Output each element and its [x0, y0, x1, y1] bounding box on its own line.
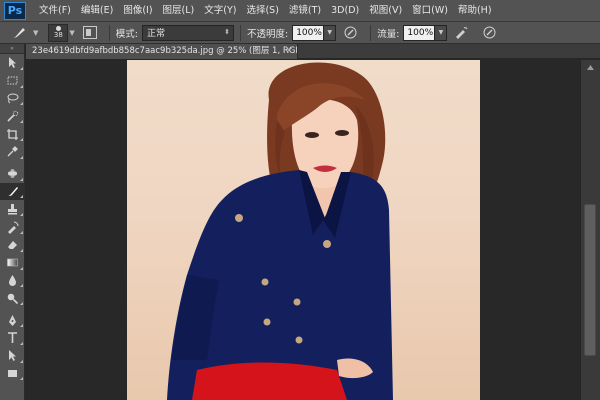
flow-label: 流量: [377, 28, 400, 40]
close-icon[interactable]: × [285, 44, 293, 59]
photoshop-logo: Ps [4, 1, 26, 20]
menu-help[interactable]: 帮助(H) [453, 0, 497, 22]
healing-tool-icon[interactable] [0, 165, 25, 183]
menu-3d[interactable]: 3D(D) [326, 0, 364, 22]
marquee-tool-icon[interactable] [0, 72, 25, 90]
menu-file[interactable]: 文件(F) [34, 0, 76, 22]
scroll-up-arrow-icon[interactable] [581, 60, 600, 74]
scroll-thumb[interactable] [584, 204, 596, 356]
menu-view[interactable]: 视图(V) [364, 0, 407, 22]
dodge-tool-icon[interactable] [0, 289, 25, 307]
blur-tool-icon[interactable] [0, 272, 25, 290]
document-tab-bar: 23e4619dbfd9afbdb858c7aac9b325da.jpg @ 2… [26, 44, 600, 59]
pressure-opacity-icon[interactable] [342, 25, 358, 41]
tools-panel-collapse-icon[interactable]: » [0, 44, 24, 54]
menu-type[interactable]: 文字(Y) [199, 0, 241, 22]
stamp-tool-icon[interactable] [0, 200, 25, 218]
divider [108, 24, 110, 41]
gradient-tool-icon[interactable] [0, 254, 25, 272]
opacity-label: 不透明度: [246, 28, 289, 40]
opacity-slider-chevron-icon[interactable]: ▼ [324, 24, 337, 41]
menu-edit[interactable]: 编辑(E) [76, 0, 118, 22]
document-tab[interactable]: 23e4619dbfd9afbdb858c7aac9b325da.jpg @ 2… [26, 44, 298, 59]
select-arrows-icon: ⬍ [224, 27, 230, 36]
pen-tool-icon[interactable] [0, 311, 25, 329]
shape-tool-icon[interactable] [0, 365, 25, 383]
portrait-photo [167, 62, 393, 400]
pen-size-pressure-icon [483, 26, 496, 39]
crop-tool-icon[interactable] [0, 125, 25, 143]
blend-mode-select[interactable]: 正常 ⬍ [141, 24, 234, 41]
menu-select[interactable]: 选择(S) [241, 0, 283, 22]
menu-layer[interactable]: 图层(L) [158, 0, 200, 22]
eraser-tool-icon[interactable] [0, 236, 25, 254]
tools-panel: » [0, 44, 25, 400]
brush-size-value: 38 [53, 31, 63, 39]
document-image[interactable] [127, 60, 480, 400]
divider [239, 24, 241, 41]
lasso-tool-icon[interactable] [0, 90, 25, 108]
brush-icon [13, 27, 25, 38]
airbrush-glyph-icon [456, 27, 468, 39]
flow-slider-chevron-icon[interactable]: ▼ [435, 24, 448, 41]
flow-input[interactable]: 100% [403, 24, 436, 41]
divider [370, 24, 372, 41]
pressure-size-icon[interactable] [481, 25, 497, 41]
brush-tool-icon[interactable] [0, 182, 25, 201]
tool-preset-brush-icon[interactable] [6, 24, 32, 42]
eyedropper-tool-icon[interactable] [0, 143, 25, 161]
menu-image[interactable]: 图像(I) [118, 0, 157, 22]
airbrush-icon[interactable] [453, 25, 469, 41]
path-select-tool-icon[interactable] [0, 347, 25, 365]
mode-label: 模式: [115, 28, 138, 40]
chevron-down-icon[interactable]: ▼ [33, 29, 38, 37]
menu-filter[interactable]: 滤镜(T) [284, 0, 326, 22]
move-tool-icon[interactable] [0, 54, 25, 72]
vertical-scrollbar[interactable] [580, 60, 600, 400]
quick-select-tool-icon[interactable] [0, 107, 25, 125]
brush-size-chevron-icon[interactable]: ▼ [69, 29, 74, 37]
menu-bar: Ps 文件(F) 编辑(E) 图像(I) 图层(L) 文字(Y) 选择(S) 滤… [0, 0, 600, 22]
options-bar: ▼ 38 ▼ 模式: 正常 ⬍ 不透明度: 100% ▼ 流量: 100% ▼ [0, 22, 600, 44]
type-tool-icon[interactable] [0, 329, 25, 347]
opacity-input[interactable]: 100% [292, 24, 325, 41]
canvas-area[interactable] [26, 60, 580, 400]
pen-pressure-icon [344, 26, 357, 39]
history-brush-tool-icon[interactable] [0, 218, 25, 236]
document-tab-title: 23e4619dbfd9afbdb858c7aac9b325da.jpg @ 2… [32, 46, 298, 56]
brush-size-picker[interactable]: 38 [48, 23, 69, 42]
menu-window[interactable]: 窗口(W) [407, 0, 453, 22]
blend-mode-value: 正常 [146, 29, 165, 39]
toggle-brush-panel-icon[interactable] [82, 26, 97, 39]
